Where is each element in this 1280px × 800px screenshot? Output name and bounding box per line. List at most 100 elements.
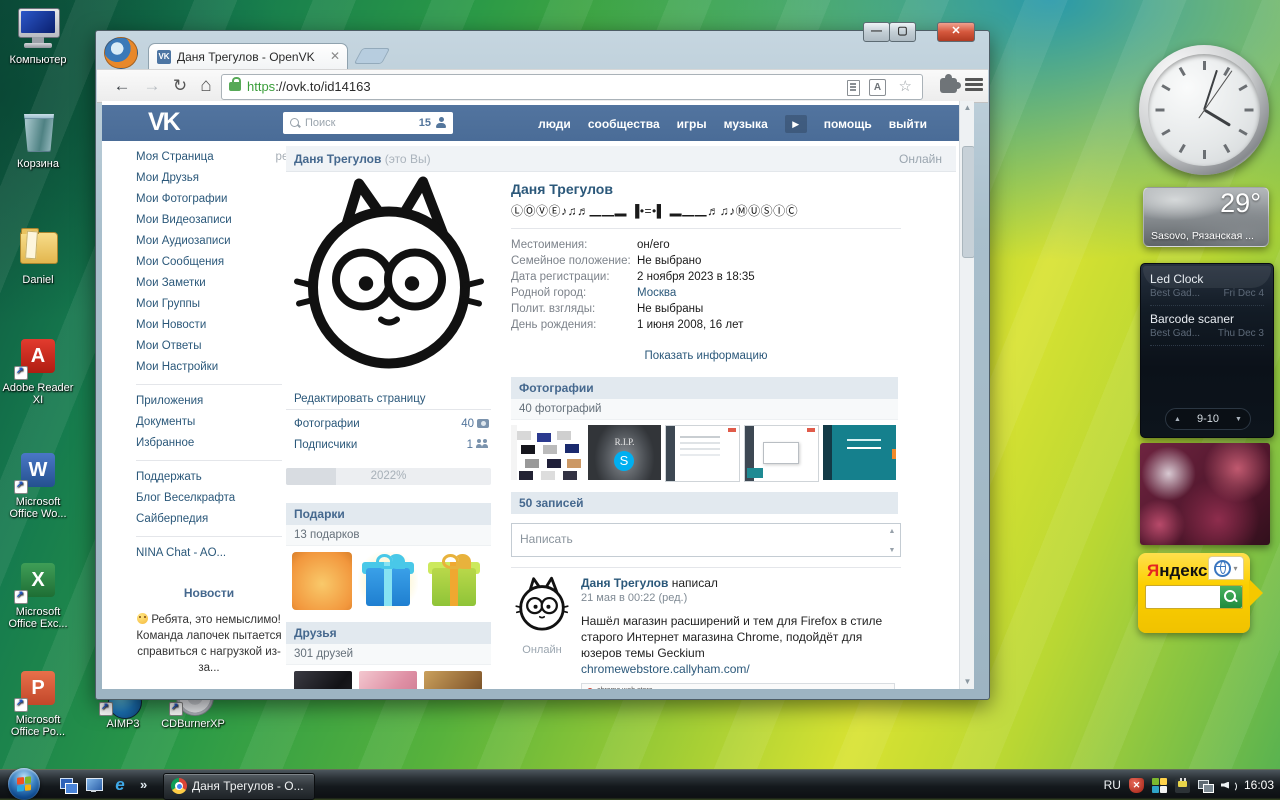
sidebar-my-notes[interactable]: Мои Заметки (136, 273, 282, 294)
city-link[interactable]: Москва (637, 285, 676, 301)
power-plug-icon[interactable] (1175, 778, 1190, 793)
tab-close-icon[interactable]: ✕ (330, 49, 340, 63)
sidebar-cyberpedia[interactable]: Сайберпедия (136, 509, 282, 530)
pager-up-icon[interactable]: ▲ (1174, 416, 1181, 423)
desktop-icon-computer[interactable]: Компьютер (0, 8, 76, 66)
vk-search-box[interactable]: Поиск 15 (283, 112, 453, 134)
quicklaunch-desktop-icon[interactable] (84, 775, 104, 795)
menu-hamburger-icon[interactable] (965, 78, 983, 93)
photo-thumb-rip-skype[interactable]: R.I.P. S (588, 425, 661, 480)
quicklaunch-ie-icon[interactable]: e (110, 775, 130, 795)
friends-header[interactable]: Друзья (286, 622, 491, 644)
sidebar-my-groups[interactable]: Мои Группы (136, 294, 282, 315)
feed-item-title[interactable]: Led Clock (1150, 272, 1264, 286)
extensions-puzzle-icon[interactable] (940, 78, 957, 93)
vk-logo[interactable]: VK (148, 108, 179, 137)
nav-people[interactable]: люди (538, 117, 571, 131)
sidebar-support[interactable]: Поддержать (136, 467, 282, 488)
back-button[interactable]: ← (109, 73, 135, 99)
scroll-down-icon[interactable]: ▼ (960, 675, 974, 689)
compose-scroll-arrows[interactable]: ▲▼ (886, 526, 898, 554)
sidebar-my-settings[interactable]: Мои Настройки (136, 357, 282, 378)
nav-help[interactable]: помощь (824, 117, 872, 131)
sidebar-my-videos[interactable]: Мои Видеозаписи (136, 210, 282, 231)
nav-games[interactable]: игры (677, 117, 707, 131)
desktop-icon-word[interactable]: W Microsoft Office Wo... (0, 450, 76, 520)
nav-groups[interactable]: сообщества (588, 117, 660, 131)
address-bar[interactable]: https://ovk.to/id14163 A ☆ (221, 74, 923, 100)
photos-row[interactable]: Фотографии 40 (286, 414, 491, 435)
quicklaunch-overflow-chevron[interactable]: » (140, 775, 160, 795)
nav-music[interactable]: музыка (724, 117, 768, 131)
yandex-scope-dropdown[interactable]: ▾ (1208, 556, 1244, 580)
new-tab-button[interactable] (354, 48, 391, 64)
reader-mode-icon[interactable] (847, 80, 860, 96)
profile-avatar[interactable] (289, 173, 489, 385)
sidebar-nina-chat[interactable]: NINA Chat - AO... (136, 543, 282, 564)
sidebar-my-photos[interactable]: Мои Фотографии (136, 189, 282, 210)
start-button[interactable] (8, 768, 40, 800)
quicklaunch-switcher-icon[interactable] (58, 775, 78, 795)
window-minimize-button[interactable]: — (863, 22, 890, 42)
yandex-search-input[interactable] (1145, 585, 1243, 609)
forward-button[interactable]: → (139, 73, 165, 99)
link-preview[interactable]: chrome web store Ленты новостей и блоги (581, 683, 895, 689)
sidebar-my-messages[interactable]: Мои Сообщения (136, 252, 282, 273)
window-maximize-button[interactable]: ▢ (889, 22, 916, 42)
home-button[interactable]: ⌂ (193, 73, 219, 99)
desktop-icon-recycle-bin[interactable]: Корзина (0, 112, 76, 170)
volume-icon[interactable] (1221, 778, 1236, 793)
yandex-search-button[interactable] (1220, 586, 1242, 608)
sidebar-my-friends[interactable]: Мои Друзья (136, 168, 282, 189)
ssl-lock-icon[interactable] (229, 82, 241, 91)
photo-thumb-skype-dialog[interactable] (744, 425, 819, 482)
clock-gadget[interactable] (1139, 45, 1269, 175)
window-close-button[interactable]: ✕ (937, 22, 975, 42)
network-icon[interactable] (1198, 778, 1213, 793)
sidebar-my-audios[interactable]: Мои Аудиозаписи (136, 231, 282, 252)
friend-avatar[interactable] (424, 671, 482, 689)
taskbar-browser-button[interactable]: Даня Трегулов - О... (163, 773, 315, 800)
tray-clock[interactable]: 16:03 (1244, 778, 1274, 792)
sidebar-favorites[interactable]: Избранное (136, 433, 282, 454)
friend-avatar[interactable] (294, 671, 352, 689)
sidebar-blog[interactable]: Блог Веселкрафта (136, 488, 282, 509)
sidebar-my-news[interactable]: Мои Новости (136, 315, 282, 336)
post-author-link[interactable]: Даня Трегулов (581, 576, 668, 590)
post-link[interactable]: chromewebstore.callyham.com/ (581, 662, 750, 676)
show-info-link[interactable]: Показать информацию (511, 350, 901, 362)
nav-more-button[interactable]: ▶ (785, 115, 807, 133)
desktop-icon-daniel-folder[interactable]: Daniel (0, 228, 76, 286)
photo-thumb-skype-window[interactable] (665, 425, 740, 482)
language-indicator[interactable]: RU (1104, 778, 1121, 792)
subscribers-row[interactable]: Подписчики 1 (286, 435, 491, 456)
gadgets-tray-icon[interactable] (1152, 778, 1167, 793)
feed-gadget[interactable]: Led Clock Best Gad...Fri Dec 4 Barcode s… (1140, 263, 1274, 438)
security-alert-icon[interactable]: ✕ (1129, 778, 1144, 793)
profile-status[interactable]: ⓁⓄⓋⒺ♪♫♬▁▁▂ ▐•=•▌ ▂▁▁♬♫♪ⓂⓊⓈⒾⒸ (511, 202, 901, 219)
desktop-icon-adobe-reader[interactable]: A Adobe Reader XI (0, 336, 76, 406)
bookmark-star-icon[interactable]: ☆ (899, 77, 912, 95)
edit-page-link[interactable]: Редактировать страницу (294, 393, 491, 405)
pager-down-icon[interactable]: ▼ (1235, 416, 1242, 423)
scrollbar-thumb[interactable] (962, 146, 974, 258)
sidebar-apps[interactable]: Приложения (136, 391, 282, 412)
palemoon-app-button[interactable] (104, 37, 138, 69)
wall-header[interactable]: 50 записей (511, 492, 898, 514)
reload-button[interactable]: ↻ (167, 73, 193, 99)
wall-compose-box[interactable]: Написать ▲▼ (511, 523, 901, 557)
gift-juice[interactable] (292, 552, 352, 610)
page-scrollbar[interactable]: ▲ ▼ (959, 101, 974, 689)
nav-logout[interactable]: выйти (889, 117, 927, 131)
sidebar-my-replies[interactable]: Мои Ответы (136, 336, 282, 357)
feed-item-title[interactable]: Barcode scaner (1150, 312, 1264, 326)
photo-slideshow-gadget[interactable] (1140, 443, 1270, 545)
gifts-header[interactable]: Подарки (286, 503, 491, 525)
translate-icon[interactable]: A (869, 79, 886, 96)
desktop-icon-excel[interactable]: X Microsoft Office Exc... (0, 560, 76, 630)
gift-green-box[interactable] (424, 552, 484, 610)
scroll-up-icon[interactable]: ▲ (960, 101, 974, 115)
sidebar-my-page[interactable]: Моя Страница (136, 147, 282, 168)
browser-tab[interactable]: VK Даня Трегулов - OpenVK ✕ (148, 43, 348, 70)
photos-section-header[interactable]: Фотографии (511, 377, 898, 399)
